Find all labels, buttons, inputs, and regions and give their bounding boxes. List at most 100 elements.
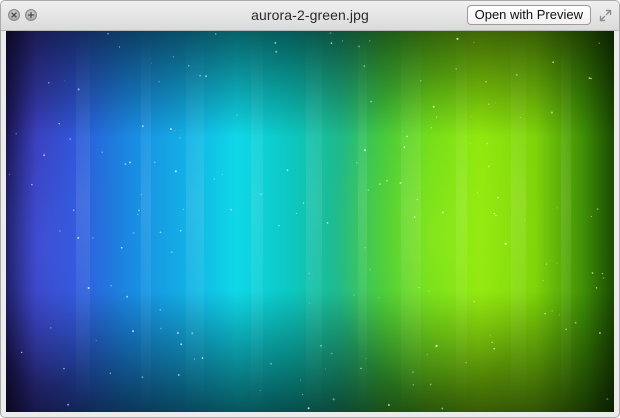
star: [412, 384, 414, 386]
star: [416, 198, 418, 201]
star: [299, 379, 301, 381]
aurora-image: [6, 31, 609, 412]
star: [436, 116, 438, 118]
resize-icon[interactable]: [599, 9, 612, 22]
star: [493, 347, 496, 350]
star: [556, 207, 558, 209]
star: [129, 161, 131, 164]
star: [158, 80, 160, 83]
star: [277, 224, 280, 227]
star: [542, 279, 544, 282]
star: [550, 111, 553, 114]
star: [87, 286, 90, 290]
star: [137, 209, 140, 212]
star: [205, 75, 207, 77]
star: [201, 357, 204, 359]
star: [403, 146, 406, 148]
star: [309, 302, 311, 304]
star: [487, 103, 490, 106]
star: [21, 351, 23, 354]
star: [15, 133, 17, 135]
star: [367, 189, 370, 191]
star: [387, 404, 390, 406]
star: [430, 127, 433, 129]
star: [356, 162, 358, 164]
star: [332, 398, 335, 401]
star: [456, 37, 459, 40]
star: [92, 237, 94, 239]
star: [574, 321, 577, 324]
star: [183, 208, 185, 210]
star: [330, 352, 333, 355]
star: [8, 173, 11, 176]
star: [270, 362, 273, 365]
star: [179, 137, 181, 139]
star: [441, 407, 444, 410]
star: [180, 343, 183, 346]
star: [67, 403, 70, 406]
star: [176, 331, 179, 335]
star: [193, 358, 195, 360]
star: [286, 169, 289, 172]
star: [159, 231, 162, 234]
star: [107, 32, 110, 35]
star: [177, 374, 180, 376]
star: [465, 361, 467, 364]
star: [132, 231, 135, 235]
title-bar[interactable]: aurora-2-green.jpg Open with Preview: [1, 1, 619, 31]
open-with-preview-button[interactable]: Open with Preview: [466, 5, 591, 25]
star: [308, 272, 311, 275]
star: [489, 335, 491, 337]
star: [199, 74, 201, 77]
star: [429, 383, 432, 386]
star: [544, 312, 546, 315]
star: [170, 251, 173, 253]
star: [141, 125, 144, 127]
star: [307, 407, 310, 410]
star: [378, 183, 381, 186]
star: [109, 372, 111, 374]
fullscreen-button[interactable]: [25, 9, 37, 21]
star: [154, 161, 156, 164]
star: [486, 142, 489, 145]
star: [470, 116, 472, 118]
star: [326, 222, 329, 224]
star: [596, 208, 599, 211]
star: [491, 341, 493, 344]
star: [101, 151, 103, 153]
star: [588, 77, 591, 79]
star: [399, 182, 402, 184]
star: [406, 135, 409, 138]
star: [43, 154, 45, 156]
star: [110, 285, 112, 287]
star: [441, 211, 444, 214]
star: [275, 50, 278, 53]
star: [259, 390, 261, 392]
star: [330, 42, 333, 44]
star: [565, 328, 567, 330]
star: [369, 40, 371, 42]
star: [552, 61, 554, 63]
star: [77, 88, 80, 91]
star: [363, 149, 367, 152]
star: [131, 330, 135, 333]
star: [606, 398, 609, 401]
star: [230, 208, 233, 211]
star: [262, 193, 264, 195]
star: [428, 290, 430, 292]
star: [118, 46, 121, 48]
star: [63, 367, 65, 370]
star: [435, 344, 438, 347]
close-button[interactable]: [8, 9, 20, 21]
star: [150, 62, 152, 64]
star: [124, 163, 127, 166]
star: [126, 295, 129, 298]
star: [473, 42, 475, 44]
star: [50, 327, 52, 329]
star: [64, 80, 66, 82]
star: [591, 272, 594, 274]
star: [418, 187, 420, 189]
star: [598, 42, 600, 44]
star: [353, 294, 355, 296]
star: [487, 165, 490, 168]
